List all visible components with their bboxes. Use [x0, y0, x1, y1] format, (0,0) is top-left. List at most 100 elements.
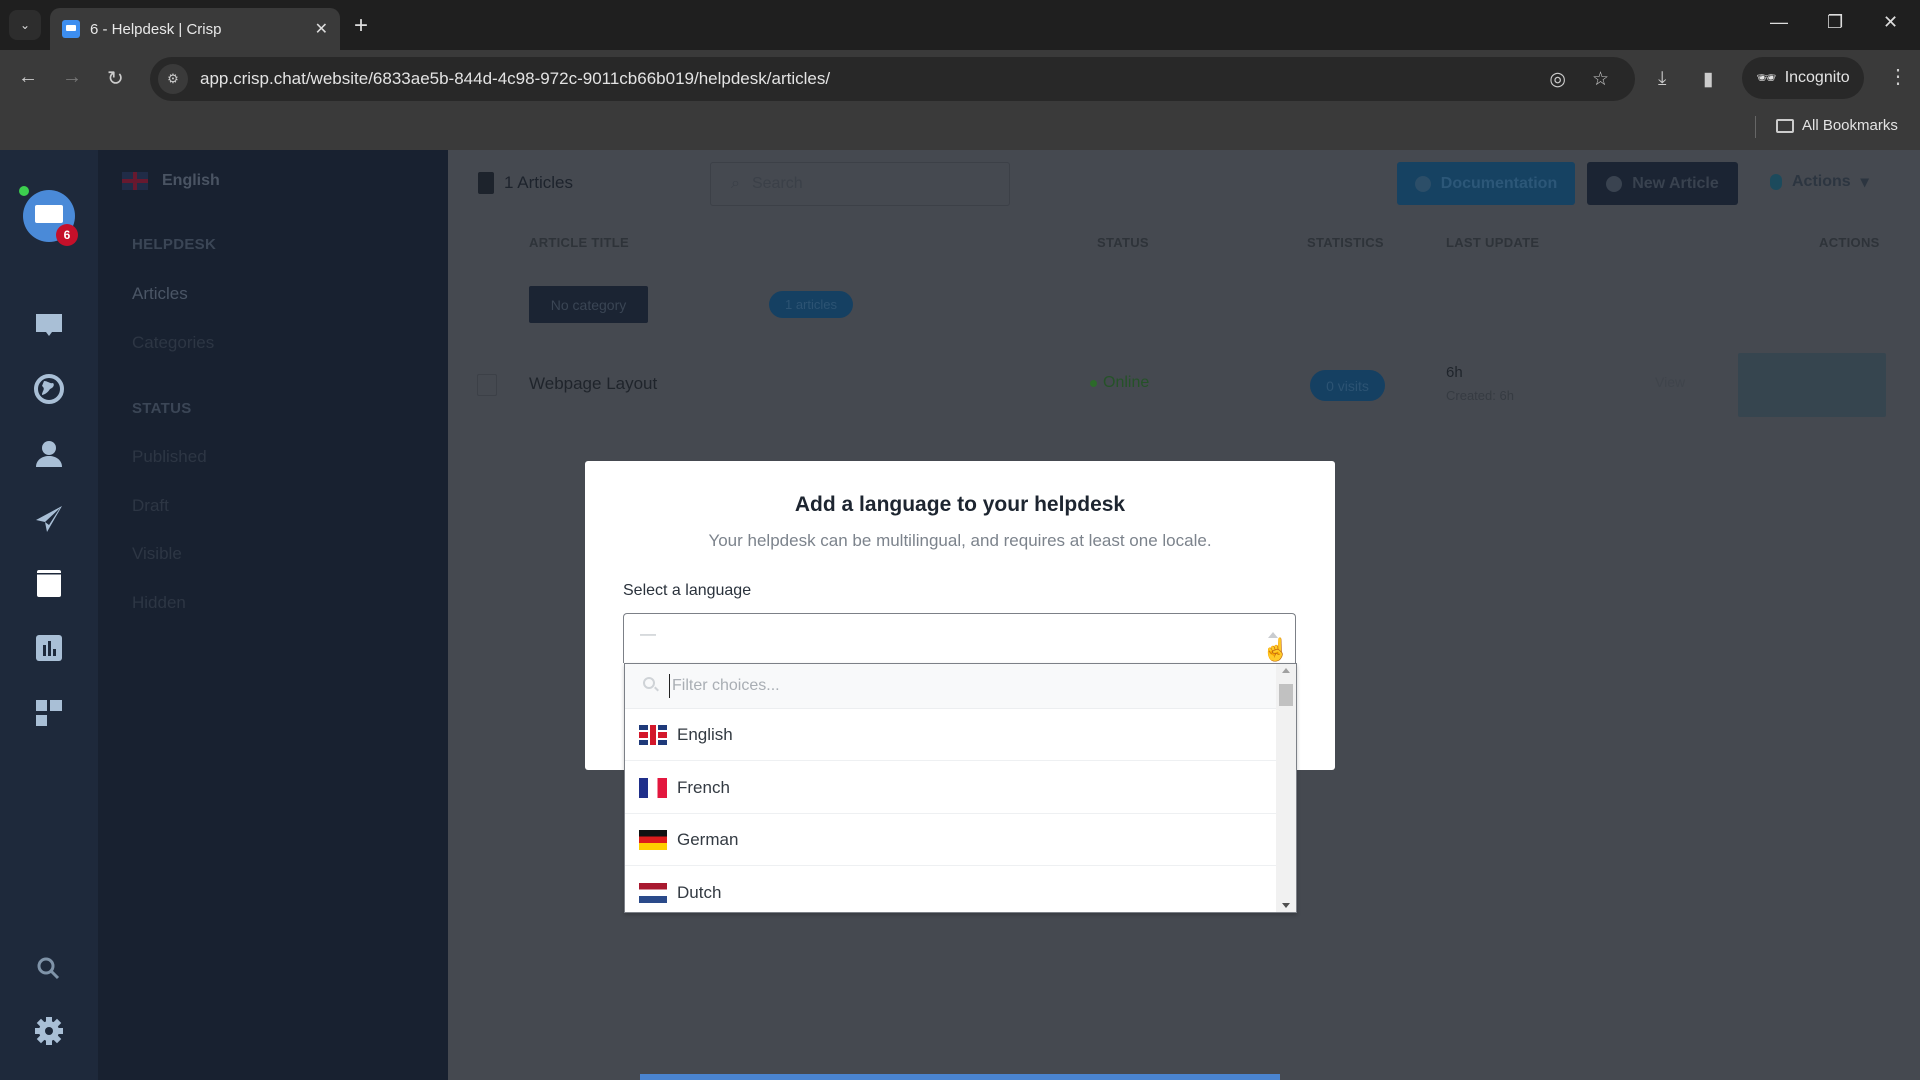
- close-tab-icon[interactable]: ✕: [315, 19, 328, 39]
- analytics-icon[interactable]: [30, 629, 68, 667]
- view-article-button[interactable]: View: [1655, 374, 1685, 390]
- category-label[interactable]: No category: [529, 286, 648, 323]
- column-header-last-update: LAST UPDATE: [1446, 235, 1540, 250]
- articles-count-title: 1 Articles: [504, 173, 573, 192]
- new-article-label: New Article: [1632, 174, 1719, 192]
- tab-title: 6 - Helpdesk | Crisp: [90, 20, 222, 38]
- incognito-button[interactable]: 🕶 Incognito: [1742, 57, 1864, 99]
- scroll-up-icon[interactable]: [1282, 668, 1290, 673]
- workspace-avatar[interactable]: 6: [19, 186, 78, 246]
- modal-title: Add a language to your helpdesk: [794, 493, 1126, 516]
- helpdesk-book-icon[interactable]: [30, 564, 68, 602]
- chat-bubble-icon: [35, 205, 63, 223]
- actions-dropdown[interactable]: Actions ▾: [1770, 172, 1869, 192]
- language-option-english[interactable]: English: [625, 709, 1277, 761]
- dropdown-scrollbar[interactable]: [1276, 664, 1296, 912]
- articles-search-input[interactable]: ⌕ Search: [710, 162, 1010, 206]
- globe-icon[interactable]: [30, 370, 68, 408]
- select-language-label: Select a language: [623, 582, 752, 599]
- folder-icon: [1776, 118, 1794, 133]
- column-header-statistics: STATISTICS: [1307, 235, 1384, 250]
- actions-label: Actions: [1792, 173, 1851, 190]
- subnav-item-draft[interactable]: Draft: [132, 496, 169, 516]
- help-icon: [1414, 175, 1431, 192]
- uk-flag-icon: [639, 724, 667, 745]
- last-update: 6h: [1446, 364, 1463, 381]
- crisp-favicon-icon: [62, 20, 80, 38]
- close-window-icon[interactable]: ✕: [1883, 12, 1898, 33]
- eye-off-icon[interactable]: ◎: [1549, 68, 1566, 91]
- unread-badge: 6: [56, 224, 78, 246]
- side-panel-icon[interactable]: ▮: [1703, 68, 1713, 91]
- option-label: English: [677, 724, 733, 744]
- reload-icon[interactable]: ↻: [107, 66, 124, 91]
- row-checkbox[interactable]: [477, 374, 497, 396]
- browser-tabstrip: ⌄ 6 - Helpdesk | Crisp ✕ + — ❐ ✕: [0, 0, 1920, 50]
- minimize-icon[interactable]: —: [1770, 12, 1788, 33]
- incognito-icon: 🕶: [1756, 70, 1777, 87]
- subnav-item-articles[interactable]: Articles: [132, 284, 188, 304]
- language-select[interactable]: —: [623, 613, 1296, 663]
- back-icon[interactable]: ←: [18, 66, 38, 89]
- option-label: Dutch: [677, 883, 722, 902]
- bookmarks-bar: All Bookmarks: [0, 108, 1920, 150]
- tab-search-button[interactable]: ⌄: [9, 10, 41, 40]
- documentation-label: Documentation: [1440, 174, 1558, 192]
- column-header-title: ARTICLE TITLE: [529, 235, 629, 250]
- search-icon[interactable]: [30, 950, 68, 988]
- subnav-item-visible[interactable]: Visible: [132, 544, 182, 564]
- url-text[interactable]: app.crisp.chat/website/6833ae5b-844d-4c9…: [200, 69, 1549, 89]
- subnav-item-published[interactable]: Published: [132, 447, 207, 467]
- page-title: 1 Articles: [478, 172, 573, 194]
- select-value: —: [640, 626, 656, 643]
- star-icon[interactable]: ☆: [1592, 68, 1609, 91]
- book-icon: [478, 172, 494, 194]
- hand-cursor-icon: ☝: [1262, 637, 1290, 662]
- uk-flag-icon: [122, 172, 148, 190]
- germany-flag-icon: [639, 829, 667, 850]
- article-title[interactable]: Webpage Layout: [529, 374, 657, 394]
- plus-circle-icon: [1606, 175, 1623, 192]
- all-bookmarks-button[interactable]: All Bookmarks: [1776, 117, 1898, 134]
- site-info-icon[interactable]: ⚙: [158, 64, 188, 94]
- language-option-german[interactable]: German: [625, 814, 1277, 866]
- status-text: Online: [1103, 374, 1150, 391]
- created-time: Created: 6h: [1446, 388, 1514, 403]
- subnav-item-categories[interactable]: Categories: [132, 333, 214, 353]
- campaigns-send-icon[interactable]: [30, 500, 68, 538]
- new-article-button[interactable]: New Article: [1587, 162, 1738, 205]
- bookmarks-separator: [1755, 116, 1756, 138]
- browser-tab[interactable]: 6 - Helpdesk | Crisp ✕: [50, 8, 340, 50]
- edit-article-button[interactable]: [1738, 353, 1886, 417]
- search-icon: ⌕: [731, 175, 740, 192]
- new-tab-button[interactable]: +: [354, 12, 368, 40]
- filter-choices-input[interactable]: [669, 674, 1249, 698]
- language-switcher[interactable]: English: [110, 156, 430, 206]
- incognito-label: Incognito: [1784, 69, 1850, 86]
- forward-icon[interactable]: →: [62, 66, 82, 89]
- language-option-dutch[interactable]: Dutch: [625, 867, 1277, 912]
- address-bar[interactable]: ⚙ app.crisp.chat/website/6833ae5b-844d-4…: [150, 57, 1635, 101]
- column-header-actions: ACTIONS: [1819, 235, 1880, 250]
- contacts-icon[interactable]: [30, 435, 68, 473]
- scroll-down-icon[interactable]: [1282, 903, 1290, 908]
- france-flag-icon: [639, 777, 667, 798]
- browser-menu-icon[interactable]: ⋮: [1888, 64, 1908, 89]
- category-count-badge: 1 articles: [769, 291, 853, 318]
- browser-toolbar: ← → ↻ ⚙ app.crisp.chat/website/6833ae5b-…: [0, 50, 1920, 108]
- search-icon: [643, 677, 655, 689]
- helpdesk-subnav: English HELPDESK Articles Categories STA…: [98, 150, 448, 1080]
- plugins-grid-icon[interactable]: [30, 694, 68, 732]
- documentation-button[interactable]: Documentation: [1397, 162, 1575, 205]
- fire-icon: [1770, 174, 1782, 190]
- current-language: English: [162, 172, 220, 189]
- language-option-french[interactable]: French: [625, 762, 1277, 814]
- settings-gear-icon[interactable]: [30, 1012, 68, 1050]
- download-icon[interactable]: ⤓: [1658, 68, 1666, 90]
- scroll-thumb[interactable]: [1279, 684, 1293, 706]
- inbox-chat-icon[interactable]: [30, 306, 68, 344]
- visits-badge: 0 visits: [1310, 370, 1385, 401]
- restore-icon[interactable]: ❐: [1827, 12, 1843, 33]
- subnav-item-hidden[interactable]: Hidden: [132, 593, 186, 613]
- option-label: French: [677, 777, 730, 797]
